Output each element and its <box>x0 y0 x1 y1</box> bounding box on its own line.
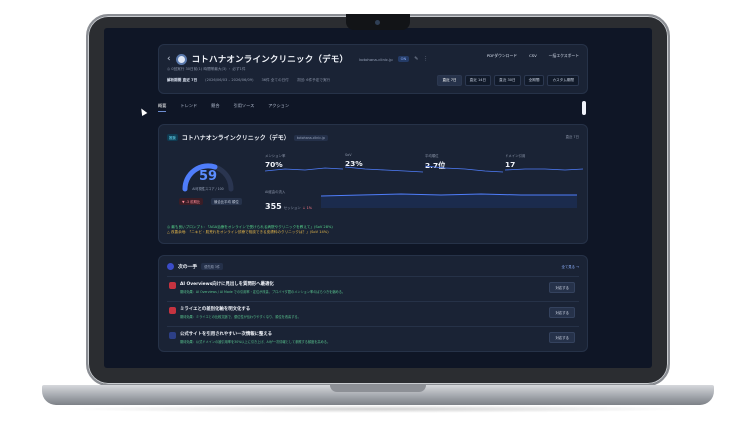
summary-period: 直近 7日 <box>565 135 579 139</box>
next-actions-icon <box>167 263 174 270</box>
period-14d-button[interactable]: 直近 14日 <box>464 75 492 86</box>
task-row: 公式サイトを引用されやすい一次情報に整える 期待効果：公式ドメインの被引用率を3… <box>167 326 579 346</box>
clinic-logo-icon <box>175 53 187 65</box>
mention-sparkline <box>265 167 343 172</box>
status-badge: ON <box>397 56 410 62</box>
tab-citation-sources[interactable]: 引用ソース <box>234 103 255 112</box>
sessions-trend-line <box>321 193 577 208</box>
back-arrow-icon[interactable]: ‹ <box>167 54 171 64</box>
info-icon <box>169 332 176 339</box>
mouse-cursor-icon <box>138 106 148 117</box>
warning-icon <box>169 307 176 314</box>
action-button[interactable]: 対応する <box>549 332 575 343</box>
action-button[interactable]: 対応する <box>549 282 575 293</box>
summary-card: 推奨 コトハナオンラインクリニック（デモ） kotohana-clinic.jp… <box>158 124 588 244</box>
summary-title: コトハナオンラインクリニック（デモ） <box>181 135 290 142</box>
metric-avg-rank: 平均順位 2.7位 <box>425 153 503 173</box>
next-run-label: 次回: 6件予定で実行 <box>296 78 331 82</box>
rank-sparkline <box>425 165 503 173</box>
score-label: AI可視性スコア / 100 <box>192 187 224 191</box>
next-actions-count: 優先順 3件 <box>201 263 223 270</box>
rank-badge: 競合比平均 順位 <box>211 198 242 205</box>
score-delta-badge: ▼ -3 前期比 <box>179 198 204 205</box>
task-row: AI Overviews向けに見出しを質問形へ最適化 期待効果：AI Overv… <box>167 276 579 296</box>
improve-prompt-text: △ 改善余地: 「ニキビ・肌荒れをオンライン診療で相談できる皮膚科のクリニックは… <box>167 230 329 234</box>
tab-bar: 概要 トレンド 競合 引用ソース アクション <box>158 103 289 112</box>
recommended-tag: 推奨 <box>167 134 178 141</box>
runs-text: 36件 全ての日付 <box>261 78 289 82</box>
action-button[interactable]: 対応する <box>549 307 575 318</box>
summary-domain: kotohana-clinic.jp <box>293 134 328 141</box>
tab-competitors[interactable]: 競合 <box>211 103 219 112</box>
period-all-button[interactable]: 全期間 <box>523 75 545 86</box>
camera-icon <box>375 20 380 25</box>
header-card: ‹ コトハナオンラインクリニック（デモ） kotohana-clinic.jp … <box>158 44 588 94</box>
period-custom-button[interactable]: カスタム期間 <box>547 75 579 86</box>
app-window: ‹ コトハナオンラインクリニック（デモ） kotohana-clinic.jp … <box>104 28 652 368</box>
score-value: 59 <box>198 169 218 184</box>
bulk-export-button[interactable]: 一括エクスポート <box>549 53 579 59</box>
pdf-download-button[interactable]: PDFダウンロード <box>487 53 517 59</box>
next-actions-title: 次の一手 <box>178 265 198 270</box>
domain-link[interactable]: kotohana-clinic.jp <box>359 57 392 62</box>
edit-icon[interactable]: ✎ <box>414 56 418 62</box>
metric-ai-sessions: AI経由の流入 355 セッション ↓ 1% <box>265 190 312 211</box>
laptop-shadow <box>60 405 696 413</box>
meta-line: ◎ 0回実行 30日前(1) 時間帯最大(3) ・ 必ず1件 <box>167 67 246 71</box>
period-30d-button[interactable]: 直近 30日 <box>494 75 521 86</box>
view-all-link[interactable]: 全て見る → <box>562 264 579 269</box>
laptop-notch <box>346 14 410 30</box>
scrollbar-thumb[interactable] <box>582 101 586 115</box>
tab-overview[interactable]: 概要 <box>158 103 167 112</box>
analysis-range: (2026/06/03 – 2026/06/09) <box>205 78 254 82</box>
metric-sov: SoV 23% <box>345 153 423 173</box>
csv-button[interactable]: CSV <box>529 53 537 59</box>
more-icon[interactable]: ⋮ <box>423 56 428 62</box>
laptop-base-cutout <box>330 385 426 392</box>
sov-sparkline <box>345 166 423 173</box>
laptop-screen: ‹ コトハナオンラインクリニック（デモ） kotohana-clinic.jp … <box>104 28 652 368</box>
app-title: コトハナオンラインクリニック（デモ） <box>191 55 349 65</box>
metric-mention-rate: メンション率 70% <box>265 153 343 172</box>
metric-domain-citations: ドメイン引用 17 <box>505 153 583 171</box>
warning-icon <box>169 282 176 289</box>
analysis-label: 解析期間 直近 7日 <box>167 78 198 82</box>
tab-trend[interactable]: トレンド <box>180 103 197 112</box>
next-actions-card: 次の一手 優先順 3件 全て見る → AI Overviews向けに見出しを質問… <box>158 255 588 352</box>
citations-sparkline <box>505 168 583 171</box>
task-row: ミライエとの差別化軸を明文化する 期待効果：ミライエとの比較文脈で、優位性が伝わ… <box>167 301 579 321</box>
period-7d-button[interactable]: 直近 7日 <box>437 75 462 86</box>
tab-actions[interactable]: アクション <box>268 103 289 112</box>
prompt-suggestions: ◎ 最も良いプロンプト: 「AGA治療をオンラインで受けられる病院やクリニックを… <box>167 225 333 235</box>
